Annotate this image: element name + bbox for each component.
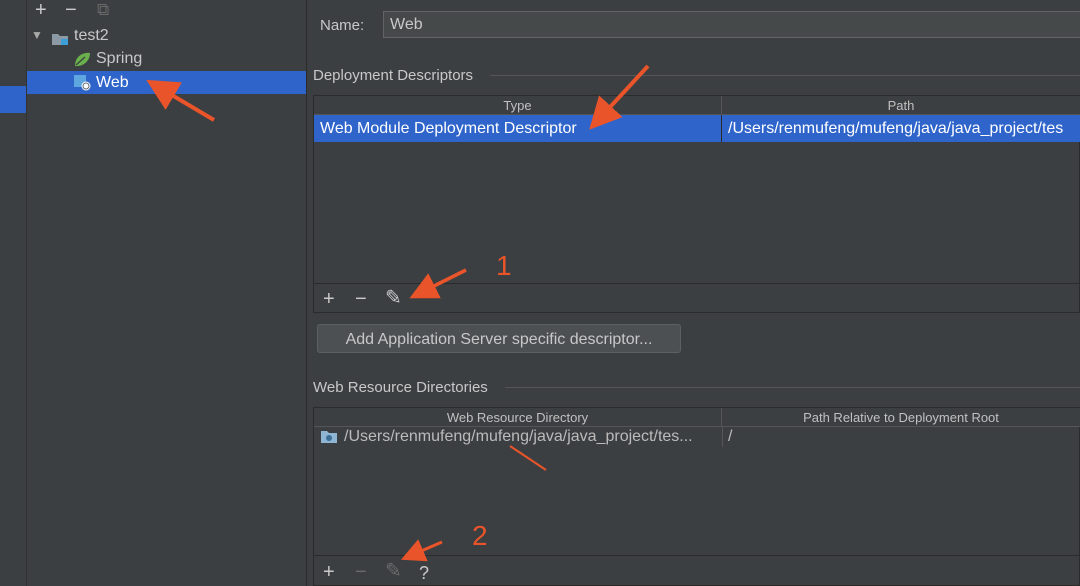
edit-directory-pencil-icon[interactable]: ✎ [385,561,402,581]
cell-directory: /Users/renmufeng/mufeng/java/java_projec… [344,427,723,447]
name-field[interactable] [383,11,1080,38]
table-row[interactable]: /Users/renmufeng/mufeng/java/java_projec… [314,427,1080,447]
web-facet-icon [74,75,91,91]
edit-descriptor-pencil-icon[interactable]: ✎ [385,288,402,308]
column-header-directory[interactable]: Web Resource Directory [314,408,722,427]
tree-item-test2[interactable]: ▼ test2 [27,24,306,47]
module-tree-panel: + − ⧉ ▼ test2 Spring Web [27,0,307,586]
annotation-number-1: 1 [496,250,512,281]
web-resource-directories-table: Web Resource Directory Path Relative to … [313,407,1080,586]
name-label: Name: [320,17,365,34]
remove-icon[interactable]: − [65,0,77,20]
annotation-number-2: 2 [472,520,488,551]
tree-item-label: test2 [74,27,109,44]
column-header-relative-path[interactable]: Path Relative to Deployment Root [722,408,1080,427]
add-directory-button[interactable]: + [323,562,335,582]
section-divider [490,75,1080,76]
remove-directory-button[interactable]: − [355,562,367,582]
table-row[interactable]: Web Module Deployment Descriptor /Users/… [314,115,1080,142]
expand-arrow-icon[interactable]: ▼ [31,24,43,47]
copy-icon[interactable]: ⧉ [97,0,109,20]
web-resource-directories-title: Web Resource Directories [313,379,488,396]
cell-path: /Users/renmufeng/mufeng/java/java_projec… [728,120,1064,137]
help-button[interactable]: ? [419,563,429,583]
toolbar-divider [314,283,1080,284]
deployment-descriptors-table: Type Path Web Module Deployment Descript… [313,95,1080,313]
tree-item-label: Spring [96,50,143,67]
remove-descriptor-button[interactable]: − [355,289,367,309]
add-descriptor-button[interactable]: + [323,289,335,309]
web-folder-icon [321,430,337,443]
deployment-descriptors-title: Deployment Descriptors [313,67,474,84]
cell-type: Web Module Deployment Descriptor [314,115,722,142]
toolbar-divider [314,555,1080,556]
cell-relative-path: / [728,428,733,445]
module-folder-icon [52,29,68,45]
column-header-type[interactable]: Type [314,96,722,115]
tree-item-web[interactable]: Web [27,71,306,94]
section-divider [505,387,1080,388]
tree-item-spring[interactable]: Spring [27,47,306,70]
spring-leaf-icon [73,51,91,67]
add-icon[interactable]: + [35,0,47,20]
column-header-path[interactable]: Path [722,96,1080,115]
add-server-descriptor-button[interactable]: Add Application Server specific descript… [317,324,681,353]
left-strip-selection [0,86,26,113]
tree-item-label: Web [96,74,129,91]
